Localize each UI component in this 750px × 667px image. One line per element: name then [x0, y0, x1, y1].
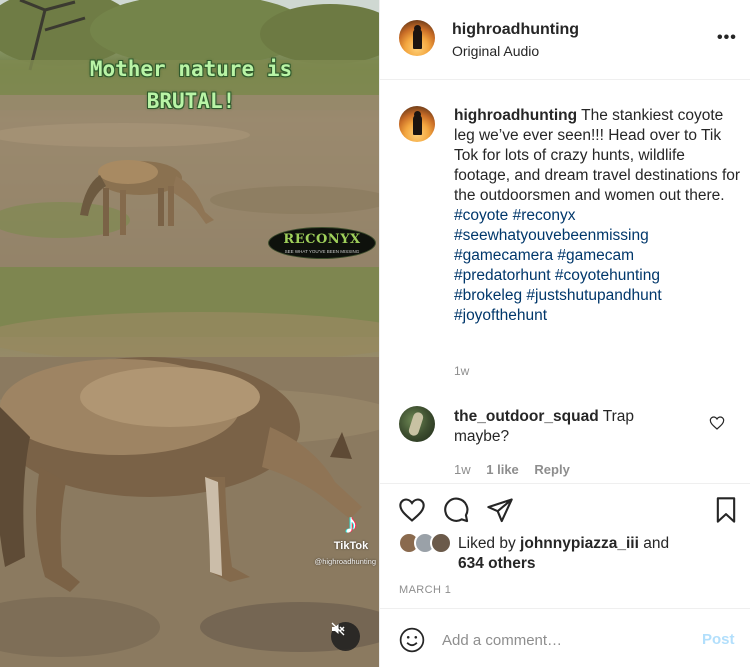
- reconyx-tagline: SEE WHAT YOU'VE BEEN MISSING: [284, 249, 360, 254]
- tiktok-watermark: ♪ TikTok: [331, 509, 371, 557]
- post-comment-button[interactable]: Post: [702, 631, 735, 648]
- comment-input[interactable]: [442, 623, 682, 657]
- hashtag-link[interactable]: #brokeleg: [454, 287, 522, 304]
- reply-button[interactable]: Reply: [534, 462, 569, 477]
- comment-likes-count[interactable]: 1 like: [486, 462, 519, 477]
- hashtag-link[interactable]: #gamecamera: [454, 247, 553, 264]
- author-avatar[interactable]: [399, 20, 435, 56]
- comment-meta: 1w 1 like Reply: [454, 462, 582, 477]
- tiktok-handle: @highroadhunting: [314, 557, 376, 566]
- mute-toggle-button[interactable]: [331, 622, 360, 651]
- author-username[interactable]: highroadhunting: [452, 21, 579, 39]
- liked-by-and: and: [643, 535, 670, 552]
- heart-outline-icon[interactable]: [709, 415, 725, 431]
- comment-text-block: the_outdoor_squad Trap maybe?: [454, 407, 664, 447]
- hashtag-link[interactable]: #justshutupandhunt: [526, 287, 661, 304]
- hashtag-link[interactable]: #predatorhunt: [454, 267, 551, 284]
- post-date[interactable]: MARCH 1: [399, 584, 451, 596]
- tiktok-label: TikTok: [333, 540, 369, 552]
- share-icon[interactable]: [486, 496, 514, 524]
- commenter-avatar[interactable]: [399, 406, 435, 442]
- caption-username[interactable]: highroadhunting: [454, 107, 577, 124]
- hashtag-link[interactable]: #seewhatyouvebeenmissing: [454, 227, 649, 244]
- video-overlay-text-line1: Mother nature is: [89, 57, 293, 81]
- hashtag-link[interactable]: #reconyx: [513, 207, 576, 224]
- add-comment-bar: Post: [380, 608, 750, 667]
- post-caption: highroadhunting The stankiest coyote leg…: [380, 80, 750, 403]
- caption-text-block: highroadhunting The stankiest coyote leg…: [454, 106, 744, 326]
- liked-by-user[interactable]: johnnypiazza_iii: [520, 535, 639, 552]
- heart-icon[interactable]: [398, 496, 426, 524]
- reconyx-brand: RECONYX: [283, 232, 361, 247]
- more-options-icon[interactable]: •••: [717, 30, 737, 46]
- speaker-muted-icon: [331, 622, 345, 636]
- comment-timestamp[interactable]: 1w: [454, 462, 471, 477]
- comment-icon[interactable]: [442, 496, 470, 524]
- trail-cam-scene-bottom: [0, 267, 379, 667]
- trail-cam-frame-bottom: [0, 267, 379, 667]
- emoji-icon[interactable]: [399, 627, 425, 653]
- liked-by-text: Liked by johnnypiazza_iii and 634 others: [458, 534, 738, 574]
- post-media[interactable]: Mother nature is BRUTAL! RECONYX SEE WHA…: [0, 0, 379, 667]
- tiktok-note-icon: ♪: [344, 508, 358, 539]
- audio-label[interactable]: Original Audio: [452, 43, 539, 59]
- hashtag-link[interactable]: #coyote: [454, 207, 508, 224]
- comment-item: the_outdoor_squad Trap maybe? 1w 1 like …: [380, 403, 750, 483]
- post-details-panel: highroadhunting Original Audio ••• highr…: [379, 0, 750, 667]
- video-overlay-text-line2: BRUTAL!: [146, 89, 236, 113]
- caption-timestamp[interactable]: 1w: [454, 364, 469, 378]
- hashtag-link[interactable]: #gamecam: [557, 247, 634, 264]
- bookmark-icon[interactable]: [712, 496, 740, 524]
- liker-avatar: [430, 532, 452, 554]
- liker-avatars[interactable]: [398, 532, 458, 556]
- liked-by-others[interactable]: 634 others: [458, 555, 536, 572]
- reconyx-logo: RECONYX SEE WHAT YOU'VE BEEN MISSING: [268, 227, 376, 259]
- commenter-username[interactable]: the_outdoor_squad: [454, 408, 599, 425]
- liked-by-prefix: Liked by: [458, 535, 516, 552]
- post-actions: Liked by johnnypiazza_iii and 634 others…: [380, 483, 750, 608]
- hashtag-link[interactable]: #joyofthehunt: [454, 307, 547, 324]
- caption-author-avatar[interactable]: [399, 106, 435, 142]
- hashtag-link[interactable]: #coyotehunting: [555, 267, 660, 284]
- post-header: highroadhunting Original Audio •••: [380, 0, 750, 80]
